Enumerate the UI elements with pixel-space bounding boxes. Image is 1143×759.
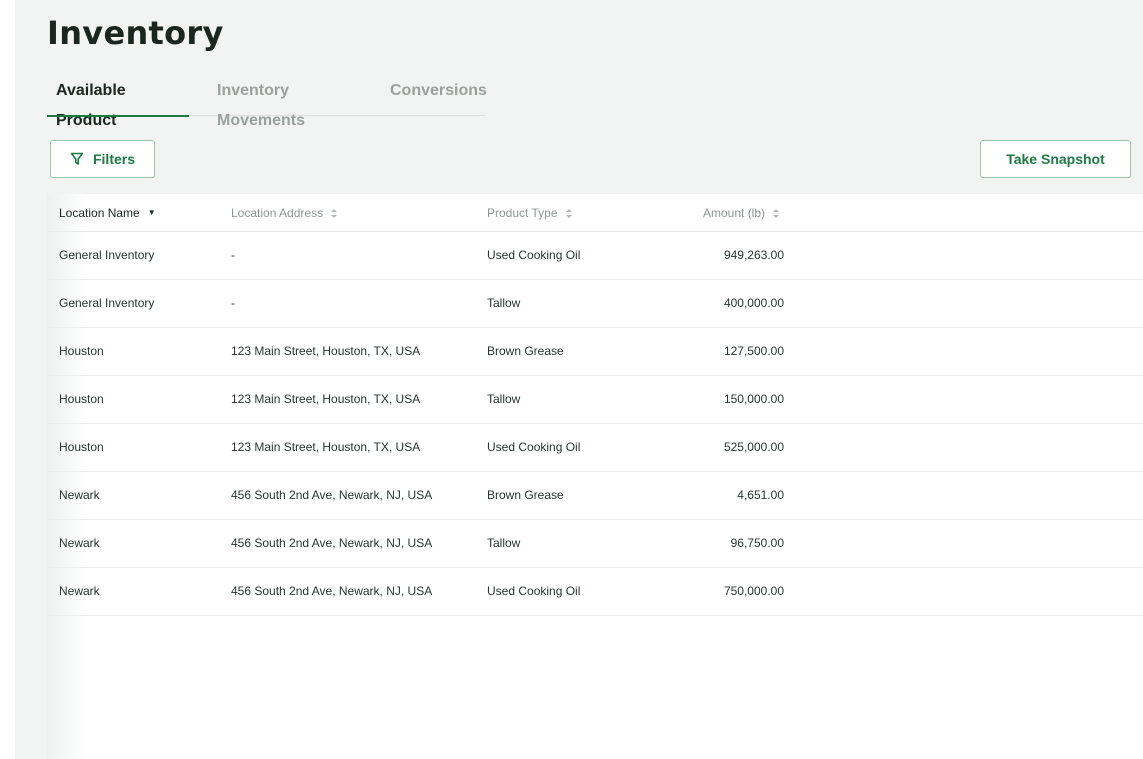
cell-location-name: Houston <box>59 440 104 454</box>
cell-location-address: - <box>231 296 235 310</box>
cell-location-address: 456 South 2nd Ave, Newark, NJ, USA <box>231 536 433 550</box>
cell-location-name: Houston <box>59 392 104 406</box>
inventory-table: Location Name ▼ Location Address Product… <box>47 194 1143 616</box>
table-row[interactable]: Houston 123 Main Street, Houston, TX, US… <box>47 328 1143 376</box>
cell-location-address: 456 South 2nd Ave, Newark, NJ, USA <box>231 584 433 598</box>
cell-location-address: 123 Main Street, Houston, TX, USA <box>231 344 421 358</box>
app-frame: Inventory Available Product Inventory Mo… <box>0 0 1143 759</box>
cell-product-type: Tallow <box>487 392 521 406</box>
tab-bar: Available Product Inventory Movements Co… <box>47 76 487 129</box>
table-row[interactable]: Houston 123 Main Street, Houston, TX, US… <box>47 424 1143 472</box>
cell-amount: 96,750.00 <box>730 536 784 550</box>
cell-product-type: Used Cooking Oil <box>487 440 581 454</box>
sort-icon <box>773 208 780 218</box>
cell-location-address: - <box>231 248 235 262</box>
filters-button-label: Filters <box>92 151 135 167</box>
column-header-label: Product Type <box>487 206 558 220</box>
cell-product-type: Brown Grease <box>487 488 564 502</box>
cell-location-name: Newark <box>59 584 100 598</box>
cell-location-name: General Inventory <box>59 296 155 310</box>
take-snapshot-button[interactable]: Take Snapshot <box>980 140 1131 178</box>
table-row[interactable]: Newark 456 South 2nd Ave, Newark, NJ, US… <box>47 472 1143 520</box>
table-row[interactable]: General Inventory - Used Cooking Oil 949… <box>47 232 1143 280</box>
tab-available-product[interactable]: Available Product <box>47 76 189 129</box>
sort-desc-icon: ▼ <box>147 208 156 217</box>
column-header-location-name[interactable]: Location Name ▼ <box>59 194 156 232</box>
table-row[interactable]: Newark 456 South 2nd Ave, Newark, NJ, US… <box>47 568 1143 616</box>
cell-amount: 525,000.00 <box>723 440 784 454</box>
cell-location-name: Houston <box>59 344 104 358</box>
tab-inventory-movements[interactable]: Inventory Movements <box>217 76 377 129</box>
cell-amount: 949,263.00 <box>723 248 784 262</box>
cell-amount: 4,651.00 <box>737 488 784 502</box>
column-header-product-type[interactable]: Product Type <box>487 194 573 232</box>
table-header: Location Name ▼ Location Address Product… <box>47 194 1143 232</box>
table-row[interactable]: General Inventory - Tallow 400,000.00 <box>47 280 1143 328</box>
cell-amount: 150,000.00 <box>723 392 784 406</box>
cell-product-type: Tallow <box>487 296 521 310</box>
table-row[interactable]: Houston 123 Main Street, Houston, TX, US… <box>47 376 1143 424</box>
column-header-label: Location Address <box>231 206 324 220</box>
cell-amount: 750,000.00 <box>723 584 784 598</box>
cell-product-type: Used Cooking Oil <box>487 248 581 262</box>
cell-amount: 400,000.00 <box>723 296 784 310</box>
table-row[interactable]: Newark 456 South 2nd Ave, Newark, NJ, US… <box>47 520 1143 568</box>
cell-location-address: 456 South 2nd Ave, Newark, NJ, USA <box>231 488 433 502</box>
cell-location-name: Newark <box>59 488 100 502</box>
cell-amount: 127,500.00 <box>723 344 784 358</box>
cell-location-name: Newark <box>59 536 100 550</box>
filters-button[interactable]: Filters <box>50 140 155 178</box>
sort-icon <box>331 208 338 218</box>
cell-location-address: 123 Main Street, Houston, TX, USA <box>231 440 421 454</box>
cell-product-type: Tallow <box>487 536 521 550</box>
cell-product-type: Used Cooking Oil <box>487 584 581 598</box>
left-gutter <box>0 0 15 759</box>
cell-product-type: Brown Grease <box>487 344 564 358</box>
cell-location-address: 123 Main Street, Houston, TX, USA <box>231 392 421 406</box>
column-header-location-address[interactable]: Location Address <box>231 194 338 232</box>
column-header-amount[interactable]: Amount (lb) <box>703 194 780 232</box>
tab-conversions[interactable]: Conversions <box>390 76 487 116</box>
sort-icon <box>565 208 572 218</box>
filter-icon <box>70 152 84 165</box>
column-header-label: Amount (lb) <box>703 206 766 220</box>
page-title: Inventory <box>47 14 224 52</box>
cell-location-name: General Inventory <box>59 248 155 262</box>
column-header-label: Location Name <box>59 206 140 220</box>
